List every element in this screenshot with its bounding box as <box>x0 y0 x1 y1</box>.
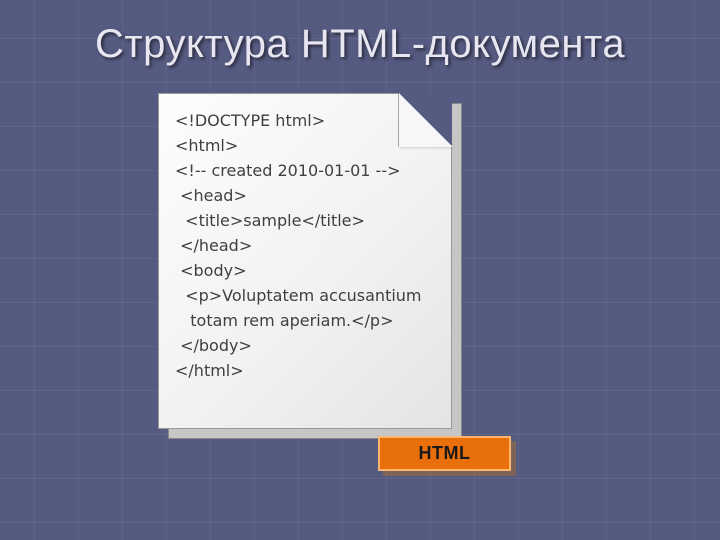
slide-title: Структура HTML-документа <box>0 22 720 67</box>
document-page: <!DOCTYPE html> <html> <!-- created 2010… <box>158 93 452 429</box>
html-badge: HTML <box>378 436 511 471</box>
html-badge-wrap: HTML <box>378 436 516 476</box>
page-fold-icon <box>398 93 452 147</box>
code-block: <!DOCTYPE html> <html> <!-- created 2010… <box>175 108 435 383</box>
document-graphic: <!DOCTYPE html> <html> <!-- created 2010… <box>158 93 462 439</box>
